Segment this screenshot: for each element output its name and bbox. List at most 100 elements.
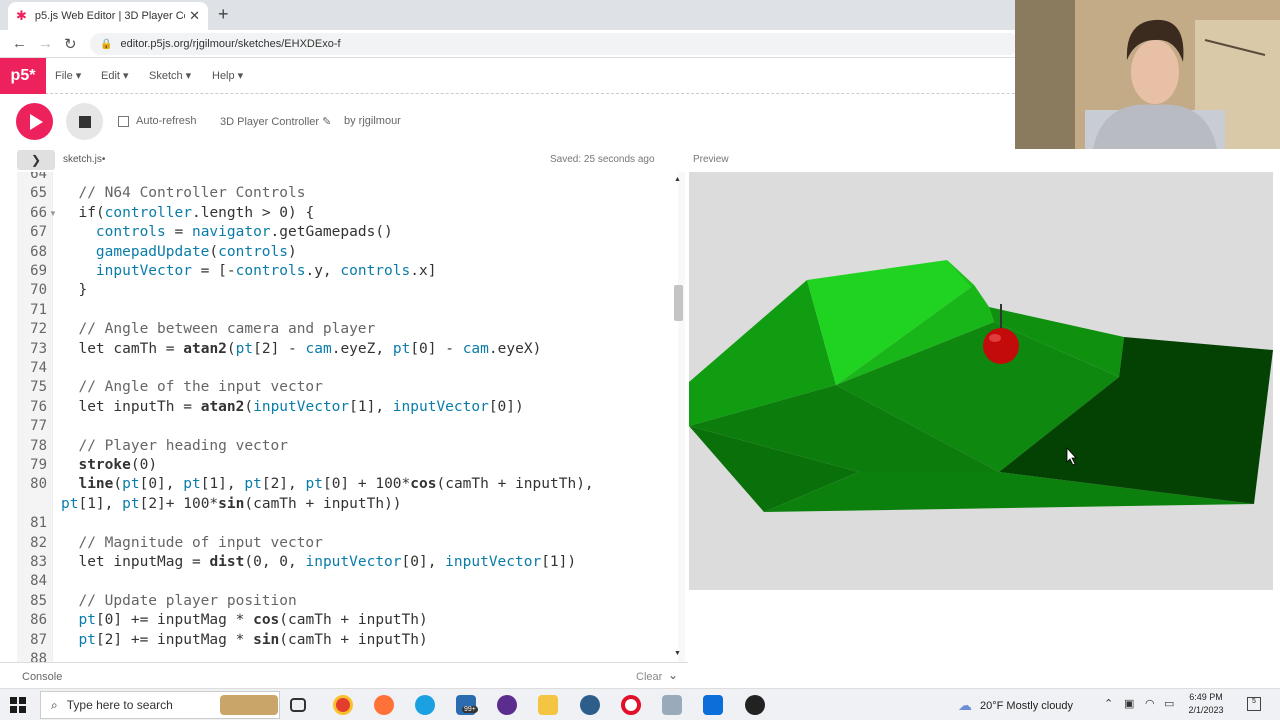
code-line[interactable]: if(controller.length > 0) { (61, 205, 314, 221)
sidebar-toggle-button[interactable]: ❯ (17, 150, 55, 170)
firefox-icon[interactable] (374, 695, 394, 715)
chevron-right-icon: ❯ (30, 153, 42, 167)
code-line[interactable]: line(pt[0], pt[1], pt[2], pt[0] + 100*co… (61, 476, 593, 492)
p5-logo[interactable]: p5* (0, 58, 46, 94)
line-number: 75 (30, 379, 47, 396)
code-editor[interactable]: 64 65 // N64 Controller Controls 66 if(con… (17, 172, 685, 662)
weather-widget[interactable]: ☁ 20°F Mostly cloudy (958, 697, 1073, 714)
code-line[interactable]: pt[0] += inputMag * cos(camTh + inputTh) (61, 612, 427, 628)
menu-file[interactable]: File ▾ (55, 69, 81, 82)
console-label[interactable]: Console (22, 671, 62, 683)
code-line[interactable]: pt[2] += inputMag * sin(camTh + inputTh) (61, 632, 427, 648)
obs-icon[interactable] (745, 695, 765, 715)
scroll-up-icon[interactable]: ▲ (674, 176, 681, 183)
chevron-down-icon[interactable]: ⌄ (668, 668, 678, 682)
auto-refresh-label: Auto-refresh (136, 115, 197, 127)
chrome-icon[interactable] (333, 695, 353, 715)
code-line[interactable]: // Magnitude of input vector (61, 535, 322, 551)
project-name[interactable]: 3D Player Controller ✎ (220, 115, 331, 128)
reload-icon[interactable]: ↻ (64, 35, 77, 53)
line-number: 88 (30, 651, 47, 662)
line-number: 68 (30, 243, 47, 260)
code-line[interactable]: // Player heading vector (61, 438, 288, 454)
new-tab-icon[interactable]: + (218, 4, 229, 25)
scroll-down-icon[interactable]: ▼ (674, 650, 681, 657)
line-number: 87 (30, 631, 47, 648)
code-line[interactable]: gamepadUpdate(controls) (61, 244, 297, 260)
console-clear-button[interactable]: Clear (636, 671, 662, 683)
line-number: 78 (30, 437, 47, 454)
menu-sketch[interactable]: Sketch ▾ (149, 69, 191, 82)
pen-app-icon[interactable] (662, 695, 682, 715)
headphones-app-icon[interactable] (497, 695, 517, 715)
sketch-preview-canvas[interactable] (689, 172, 1273, 590)
line-number: 73 (30, 340, 47, 357)
stop-button[interactable] (66, 103, 103, 140)
battery-icon[interactable]: ▭ (1164, 697, 1174, 710)
code-area[interactable]: 64 65 // N64 Controller Controls 66 if(con… (17, 172, 685, 662)
chevron-up-icon[interactable]: ⌃ (1104, 697, 1113, 710)
opera-icon[interactable] (621, 695, 641, 715)
wifi-icon[interactable]: ◠ (1145, 697, 1155, 710)
code-line[interactable]: let inputTh = atan2(inputVector[1], inpu… (61, 399, 523, 415)
url-field[interactable]: 🔒 editor.p5js.org/rjgilmour/sketches/EHX… (90, 33, 1020, 55)
code-line[interactable]: inputVector = [-controls.y, controls.x] (61, 263, 437, 279)
fold-arrow-icon[interactable]: ▼ (49, 209, 57, 218)
notification-icon[interactable]: 5 (1247, 697, 1261, 711)
code-line[interactable]: let inputMag = dist(0, 0, inputVector[0]… (61, 554, 576, 570)
code-line[interactable]: } (61, 282, 87, 298)
file-tab[interactable]: sketch.js• (63, 154, 105, 165)
auto-refresh-checkbox[interactable] (118, 115, 129, 127)
project-author[interactable]: by rjgilmour (344, 115, 401, 127)
stop-icon (78, 115, 91, 128)
line-number: 72 (30, 321, 47, 338)
p5-favicon-icon: ✱ (16, 8, 27, 23)
code-line[interactable]: // Angle of the input vector (61, 379, 322, 395)
preview-label: Preview (693, 154, 729, 165)
app-globe-icon[interactable] (580, 695, 600, 715)
line-number: 69 (30, 263, 47, 279)
editor-scrollbar-thumb[interactable] (674, 285, 683, 321)
cloud-icon: ☁ (958, 697, 972, 713)
line-number: 81 (30, 515, 47, 532)
back-icon[interactable]: ← (12, 35, 27, 52)
play-icon (30, 113, 43, 130)
editor-scrollbar-track[interactable] (678, 172, 685, 662)
player-ball (983, 328, 1019, 364)
play-button[interactable] (16, 103, 53, 140)
line-number: 86 (30, 612, 47, 629)
vscode-icon[interactable] (703, 695, 723, 715)
battery-saver-icon[interactable]: ▣ (1124, 697, 1134, 710)
line-number: 79 (30, 457, 47, 473)
terrain-render (689, 260, 1273, 512)
file-explorer-icon[interactable] (538, 695, 558, 715)
search-placeholder: Type here to search (66, 698, 173, 712)
code-line[interactable]: controls = navigator.getGamepads() (61, 224, 393, 240)
task-view-icon[interactable] (290, 698, 306, 712)
auto-refresh-toggle[interactable]: Auto-refresh (118, 115, 197, 127)
close-tab-icon[interactable]: ✕ (189, 8, 200, 24)
windows-start-icon[interactable] (10, 697, 26, 713)
search-icon: ⌕ (51, 697, 58, 712)
url-text: editor.p5js.org/rjgilmour/sketches/EHXDE… (120, 38, 341, 50)
menu-help[interactable]: Help ▾ (212, 69, 243, 82)
code-line[interactable]: pt[1], pt[2]+ 100*sin(camTh + inputTh)) (61, 496, 402, 512)
menu-edit[interactable]: Edit ▾ (101, 69, 129, 82)
books-widget-icon[interactable] (220, 695, 278, 715)
code-line[interactable]: let camTh = atan2(pt[2] - cam.eyeZ, pt[0… (61, 341, 541, 357)
edge-icon[interactable] (415, 695, 435, 715)
code-line[interactable]: // N64 Controller Controls (61, 185, 305, 201)
line-number: 77 (30, 418, 47, 435)
mail-badge: 99+ (462, 706, 478, 713)
line-number: 82 (30, 534, 47, 551)
code-line[interactable]: // Angle between camera and player (61, 321, 375, 337)
weather-text: 20°F Mostly cloudy (980, 699, 1074, 712)
line-number: 65 (30, 185, 47, 202)
line-number: 74 (30, 360, 47, 376)
clock[interactable]: 6:49 PM 2/1/2023 (1180, 691, 1232, 717)
browser-tab[interactable]: ✱ p5.js Web Editor | 3D Player Cont ✕ (8, 2, 208, 30)
code-line[interactable]: // Update player position (61, 593, 296, 609)
webcam-overlay (1015, 0, 1280, 149)
forward-icon[interactable]: → (38, 35, 53, 52)
code-line[interactable]: stroke(0) (61, 457, 157, 473)
